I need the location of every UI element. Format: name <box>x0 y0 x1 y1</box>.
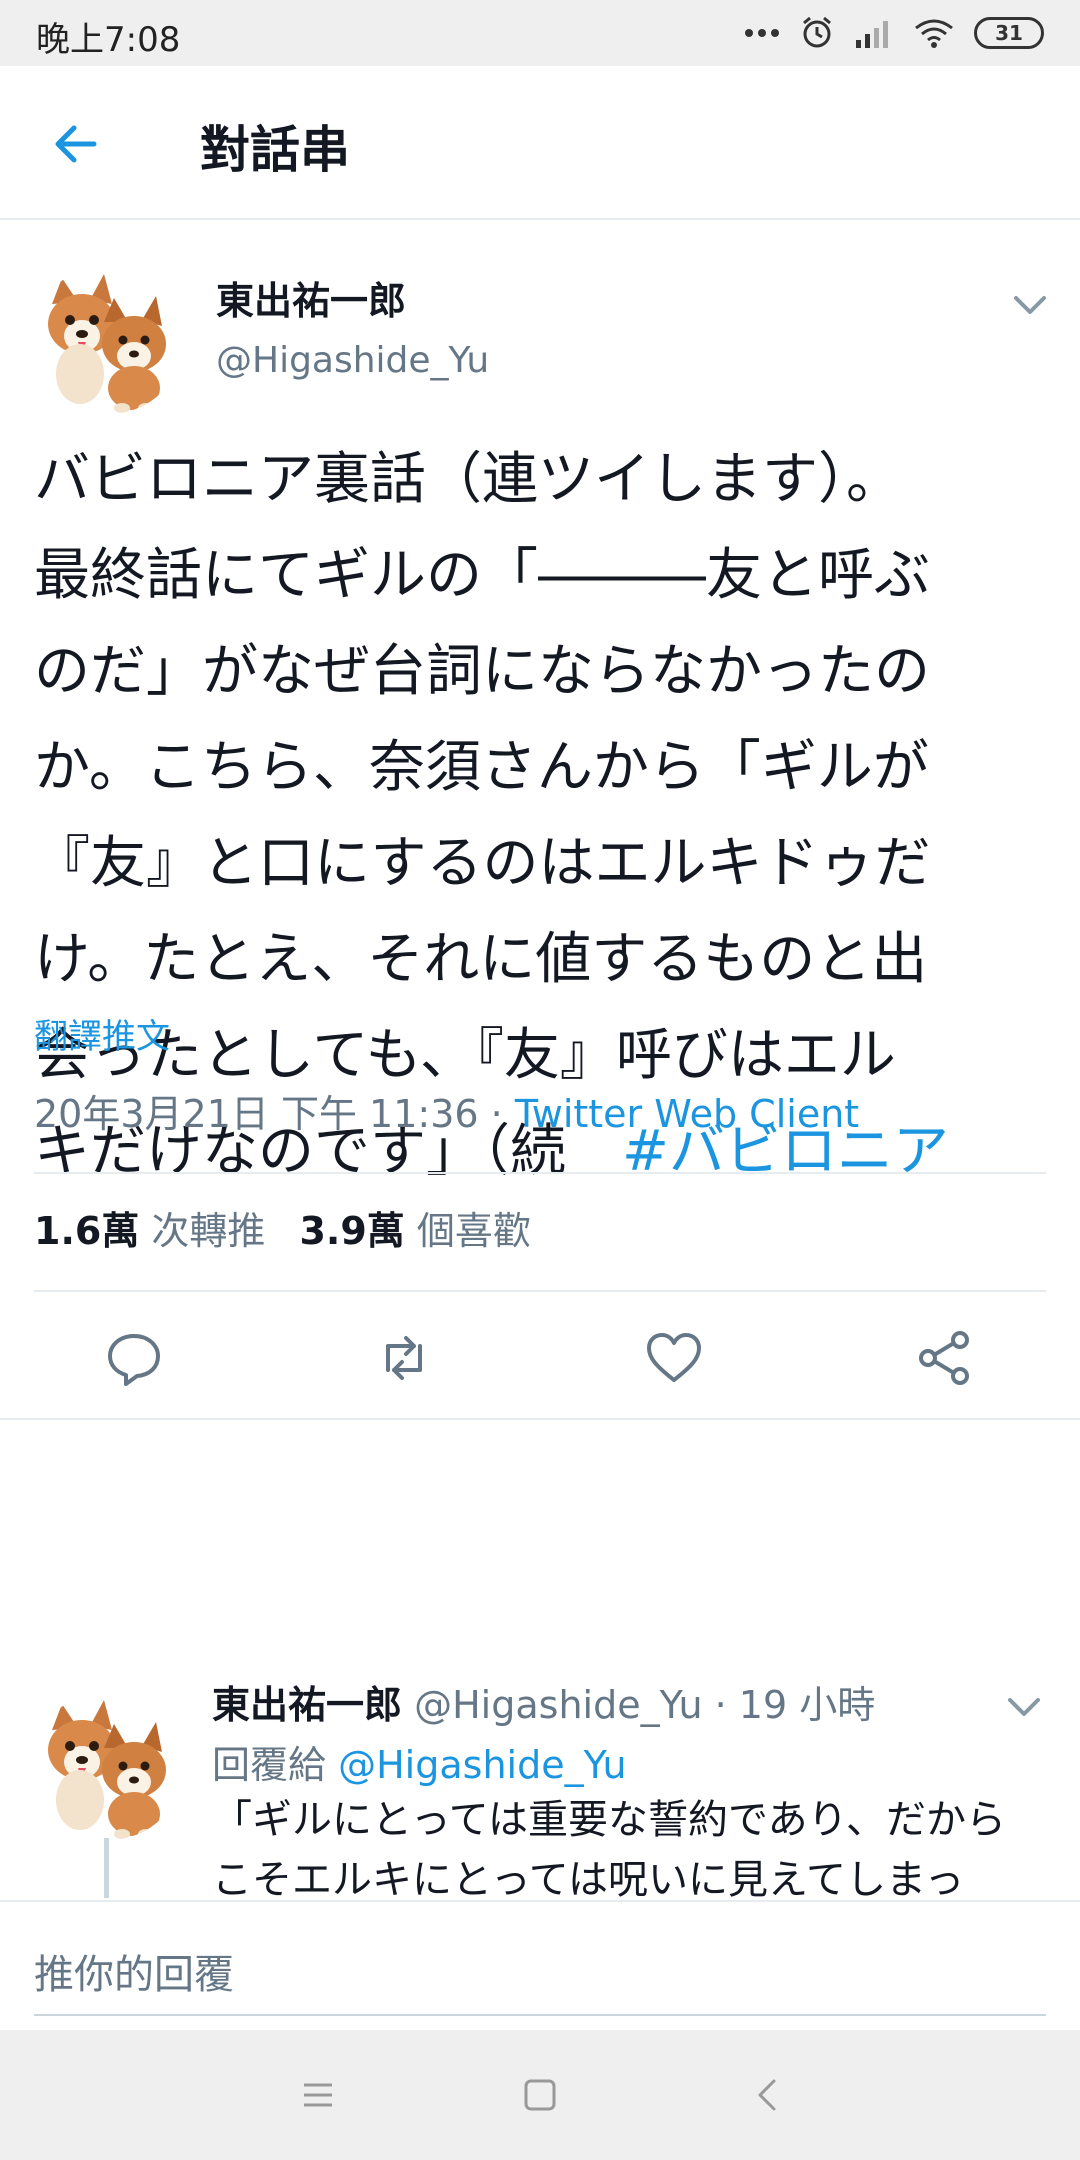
reply-avatar[interactable] <box>34 1690 184 1840</box>
like-button[interactable] <box>644 1328 704 1388</box>
page-title: 對話串 <box>200 121 350 179</box>
like-label: 個喜歡 <box>416 1209 531 1253</box>
chevron-left-icon <box>758 2079 776 2111</box>
tweet-source-link[interactable]: Twitter Web Client <box>515 1092 859 1136</box>
chevron-down-icon <box>1014 296 1046 314</box>
reply-to: 回覆給 @Higashide_Yu <box>212 1734 627 1789</box>
reply-button[interactable] <box>104 1328 164 1388</box>
wifi-icon <box>915 19 953 48</box>
reply-input[interactable]: 推你的回覆 <box>34 1942 234 2000</box>
dog-avatar-icon <box>34 1690 184 1840</box>
heart-icon <box>647 1333 701 1382</box>
reply-menu-button[interactable] <box>1004 1686 1044 1726</box>
chevron-down-icon <box>1008 1698 1040 1716</box>
reply-text-line: 「ギルにとっては重要な誓約であり、だから <box>212 1797 1006 1843</box>
author-name[interactable]: 東出祐一郎 <box>216 270 406 325</box>
tweet-actions <box>0 1290 1080 1420</box>
tweet-text-line: のだ」がなぜ台詞にならなかったの <box>34 639 930 704</box>
status-time: 晚上7:08 <box>36 20 181 60</box>
back-button[interactable] <box>48 116 104 172</box>
battery-indicator: 31 <box>974 17 1044 49</box>
translate-tweet-link[interactable]: 翻譯推文 <box>34 1009 170 1058</box>
retweet-button[interactable] <box>374 1328 434 1388</box>
arrow-left-icon <box>55 125 97 163</box>
tweet-stats: 1.6萬 次轉推 3.9萬 個喜歡 <box>34 1200 531 1255</box>
comment-icon <box>108 1334 160 1386</box>
timestamp-separator: · <box>478 1092 515 1136</box>
tweet-text-line: バビロニア裏話（連ツイします）。 <box>34 447 902 512</box>
dog-avatar-icon <box>34 264 184 414</box>
tweet-menu-button[interactable] <box>1010 284 1050 324</box>
tweet-timestamp: 20年3月21日 下午 11:36 · Twitter Web Client <box>34 1083 859 1138</box>
reply-time: · 19 小時 <box>714 1683 876 1727</box>
divider <box>34 1172 1046 1174</box>
header: 對話串 <box>0 66 1080 220</box>
retweet-stat[interactable]: 1.6萬 次轉推 <box>34 1209 265 1253</box>
retweet-count: 1.6萬 <box>34 1209 140 1253</box>
avatar[interactable] <box>34 264 184 414</box>
author-handle[interactable]: @Higashide_Yu <box>216 340 489 381</box>
status-icons: 31 <box>744 12 1044 54</box>
share-button[interactable] <box>914 1328 974 1388</box>
more-dots-icon <box>745 29 779 37</box>
retweet-icon <box>386 1336 422 1380</box>
tweet-text-line: か。こちら、奈須さんから「ギルが <box>34 735 929 800</box>
retweet-label: 次轉推 <box>151 1209 266 1253</box>
alarm-icon <box>803 16 831 48</box>
signal-icon <box>856 21 888 48</box>
navigation-bar <box>0 2030 1080 2160</box>
compose-bar: 推你的回覆 <box>0 1900 1080 2030</box>
screen: 晚上7:08 31 對話串 東出祐一郎 @Higashide_Yu バビロニア裏… <box>0 0 1080 2160</box>
menu-icon <box>304 2083 332 2107</box>
square-icon <box>524 2079 556 2111</box>
tweet-text-line: 最終話にてギルの「―――友と呼ぶ <box>34 543 930 608</box>
reply-to-label: 回覆給 <box>212 1743 327 1787</box>
tweet-text-line: 『友』と口にするのはエルキドゥだ <box>34 831 931 896</box>
home-button[interactable] <box>520 2075 560 2115</box>
like-stat[interactable]: 3.9萬 個喜歡 <box>299 1209 530 1253</box>
reply-to-mention[interactable]: @Higashide_Yu <box>338 1743 626 1787</box>
reply-author-name[interactable]: 東出祐一郎 <box>212 1683 402 1727</box>
share-icon <box>919 1331 969 1385</box>
reply-text: 「ギルにとっては重要な誓約であり、だから こそエルキにとっては呪いに見えてしまっ <box>212 1790 1052 1910</box>
tweet-text-line: け。たとえ、それに値するものと出 <box>34 927 928 992</box>
like-count: 3.9萬 <box>299 1209 405 1253</box>
status-bar: 晚上7:08 31 <box>0 0 1080 66</box>
input-underline <box>34 2014 1046 2016</box>
menu-button[interactable] <box>298 2075 338 2115</box>
system-back-button[interactable] <box>748 2075 788 2115</box>
reply-header: 東出祐一郎 @Higashide_Yu · 19 小時 <box>212 1674 875 1729</box>
timestamp-text: 20年3月21日 下午 11:36 <box>34 1092 479 1136</box>
thread-line <box>104 1838 109 1898</box>
reply-author-handle[interactable]: @Higashide_Yu <box>414 1683 702 1727</box>
